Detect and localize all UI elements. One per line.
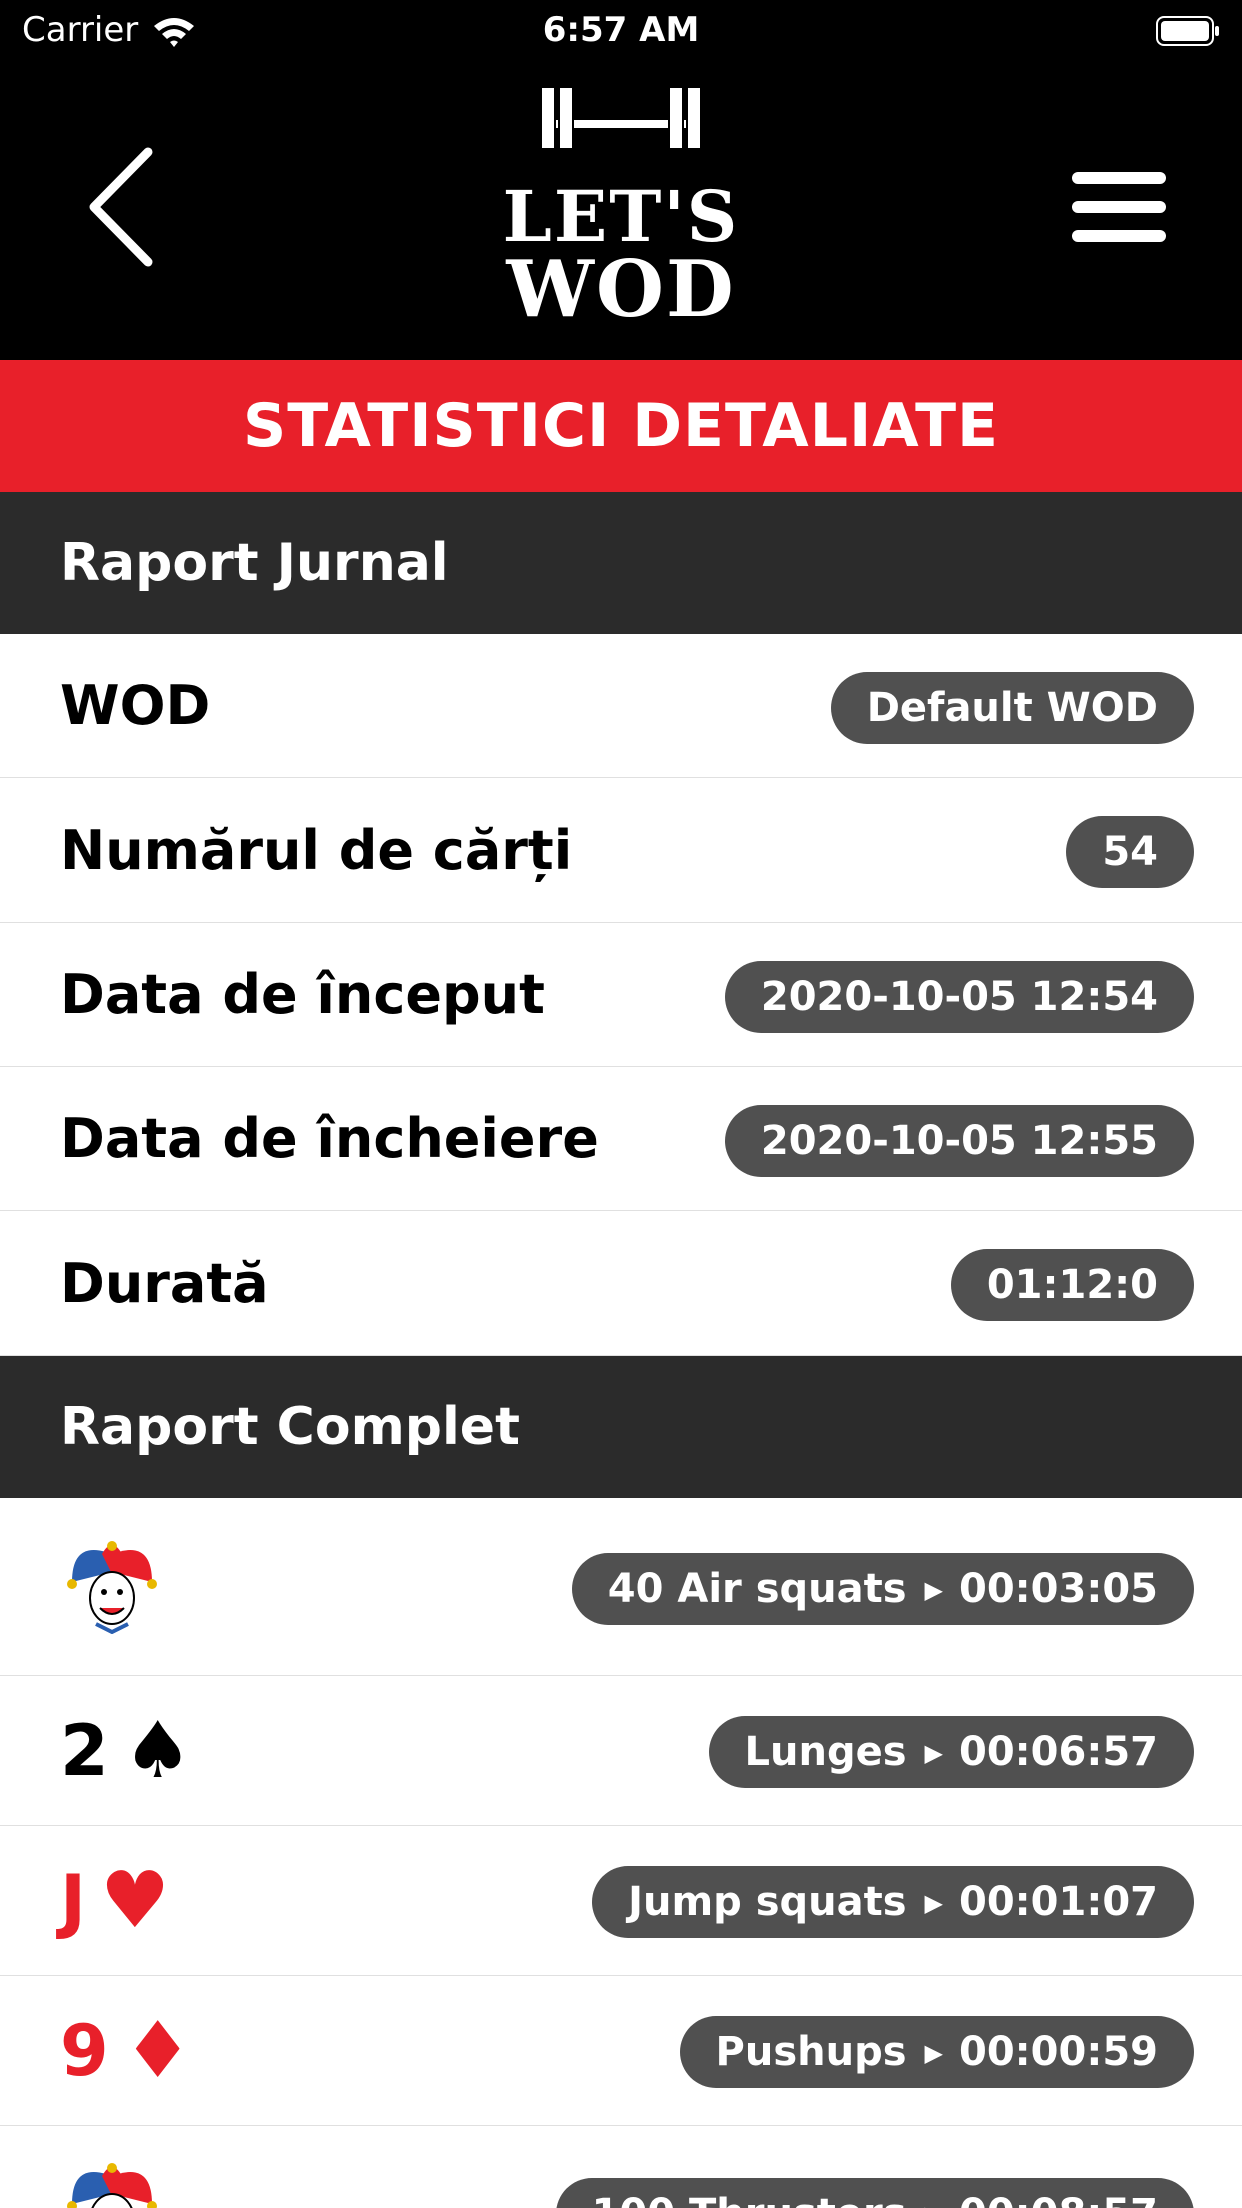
playing-card: J ♥ <box>60 1846 170 1956</box>
playing-card: 2 ♠ <box>60 1696 193 1806</box>
battery-icon <box>1156 16 1219 46</box>
value-badge: 54 <box>1066 816 1194 888</box>
value-badge: 01:12:0 <box>950 1249 1194 1321</box>
journal-row-wod: WOD Default WOD <box>0 634 1242 778</box>
status-time: 6:57 AM <box>542 10 700 50</box>
status-bar: Carrier 6:57 AM <box>0 0 1242 62</box>
exercise-badge: Pushups ▶ 00:00:59 <box>679 2016 1194 2088</box>
play-arrow-icon: ▶ <box>924 1739 944 1767</box>
section-header-journal: Raport Jurnal <box>0 492 1242 634</box>
diamond-icon: ♦ <box>122 2006 193 2096</box>
journal-row-duration: Durată 01:12:0 <box>0 1211 1242 1356</box>
row-label: Durată <box>60 1251 269 1315</box>
row-label: Data de încheiere <box>60 1107 599 1170</box>
hamburger-menu-icon[interactable] <box>1072 172 1166 242</box>
exercise-time: 00:00:59 <box>959 2029 1158 2075</box>
card-row: 40 Air squats ▶ 00:03:05 <box>0 1498 1242 1676</box>
play-arrow-icon: ▶ <box>925 2201 943 2208</box>
page-title: STATISTICI DETALIATE <box>0 360 1242 492</box>
value-badge: 2020-10-05 12:55 <box>724 1105 1194 1177</box>
barbell-icon <box>540 86 702 150</box>
joker-card-icon <box>67 1541 157 1634</box>
heart-icon: ♥ <box>100 1856 170 1946</box>
play-arrow-icon: ▶ <box>924 1889 944 1917</box>
exercise-badge: Lunges ▶ 00:06:57 <box>708 1716 1194 1788</box>
journal-row-start-date: Data de început 2020-10-05 12:54 <box>0 923 1242 1067</box>
exercise-badge: 40 Air squats ▶ 00:03:05 <box>571 1553 1194 1625</box>
app-header: LET'S WOD <box>0 62 1242 360</box>
spade-icon: ♠ <box>122 1706 193 1796</box>
card-row: 2 ♠ Lunges ▶ 00:06:57 <box>0 1676 1242 1826</box>
exercise-name: 100 Thrusters <box>592 2191 907 2208</box>
value-badge: Default WOD <box>830 672 1194 744</box>
chevron-left-icon[interactable] <box>80 142 170 272</box>
exercise-name: Jump squats <box>628 1879 907 1925</box>
exercise-time: 00:06:57 <box>959 1729 1158 1775</box>
journal-row-card-count: Numărul de cărți 54 <box>0 778 1242 923</box>
exercise-name: Lunges <box>744 1729 907 1775</box>
logo-text-wod: WOD <box>506 244 736 335</box>
exercise-time: 00:01:07 <box>959 1879 1158 1925</box>
exercise-badge: Jump squats ▶ 00:01:07 <box>592 1866 1194 1938</box>
journal-row-end-date: Data de încheiere 2020-10-05 12:55 <box>0 1067 1242 1211</box>
value-badge: 2020-10-05 12:54 <box>724 961 1194 1033</box>
row-label: Data de început <box>60 963 545 1026</box>
card-row: 100 Thrusters ▶ 00:08:57 <box>0 2126 1242 2208</box>
exercise-time: 00:08:57 <box>959 2191 1158 2208</box>
playing-card: 9 ♦ <box>60 1996 193 2106</box>
exercise-name: Pushups <box>715 2029 907 2075</box>
row-label: Numărul de cărți <box>60 818 573 882</box>
play-arrow-icon: ▶ <box>924 1576 944 1604</box>
card-rank: 9 <box>60 2010 109 2092</box>
exercise-time: 00:03:05 <box>959 1566 1158 1612</box>
exercise-name: 40 Air squats <box>607 1566 907 1612</box>
card-row: J ♥ Jump squats ▶ 00:01:07 <box>0 1826 1242 1976</box>
card-row: 9 ♦ Pushups ▶ 00:00:59 <box>0 1976 1242 2126</box>
card-rank: 2 <box>60 1710 109 1792</box>
joker-card-icon <box>67 2163 157 2208</box>
row-label: WOD <box>60 674 211 737</box>
lets-wod-logo: LET'S WOD <box>490 86 752 346</box>
play-arrow-icon: ▶ <box>924 2039 944 2067</box>
exercise-badge: 100 Thrusters ▶ 00:08:57 <box>555 2178 1194 2208</box>
section-header-complete: Raport Complet <box>0 1356 1242 1498</box>
card-rank: J <box>60 1860 87 1942</box>
